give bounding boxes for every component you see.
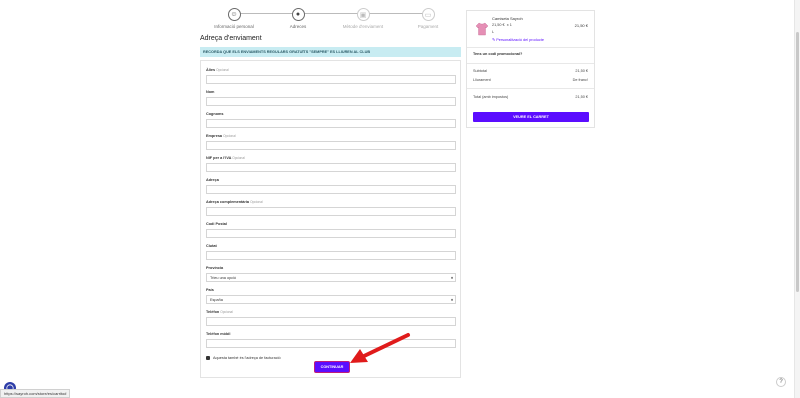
step-label: Informació personal <box>214 24 254 29</box>
subtotal-row: Subtotal 21,50 € <box>473 69 588 73</box>
card-icon: ▭ <box>421 8 435 21</box>
field-label: Adreça complementària Opcional <box>206 200 263 204</box>
last-name-input[interactable] <box>206 119 456 128</box>
step-personal-info[interactable]: ☺ Informació personal <box>198 4 270 29</box>
field-label: Adreça <box>206 178 219 182</box>
field-label: Telèfon mòbil <box>206 332 231 336</box>
red-arrow-annotation <box>350 333 410 363</box>
step-addresses[interactable]: ● Adreces <box>262 4 334 29</box>
product-price-qty: 21,50 € x 1 <box>492 23 512 27</box>
vat-field: NIF per a l'IVA Opcional <box>206 156 456 172</box>
address-form: Àlies Opcional Nom Cognoms Empresa Opcio… <box>200 60 461 378</box>
shipping-row: Lliurament De franc! <box>473 78 588 82</box>
company-input[interactable] <box>206 141 456 150</box>
address2-input[interactable] <box>206 207 456 216</box>
field-label: Ciutat <box>206 244 217 248</box>
total-row: Total (amb impostos) 21,50 € <box>473 95 588 99</box>
product-thumbnail[interactable] <box>476 22 488 36</box>
promo-code-link[interactable]: Tens un codi promocional? <box>473 52 522 56</box>
user-icon: ☺ <box>227 8 241 21</box>
scrollbar-thumb[interactable] <box>796 32 799 292</box>
vat-input[interactable] <box>206 163 456 172</box>
address-input[interactable] <box>206 185 456 194</box>
product-line-total: 21,50 € <box>574 23 588 28</box>
city-field: Ciutat <box>206 244 456 260</box>
page-scrollbar[interactable] <box>794 0 800 398</box>
question-icon: ? <box>779 379 783 385</box>
field-label: Empresa Opcional <box>206 134 236 138</box>
status-bar-url: https://sayroh.com/store/es/carrito# <box>0 389 71 398</box>
field-label: Província <box>206 266 224 270</box>
billing-same-label: Aquesta també és l'adreça de facturació <box>213 356 281 360</box>
select-caret-icon: ♦ <box>450 275 453 280</box>
address2-field: Adreça complementària Opcional <box>206 200 456 216</box>
product-name[interactable]: Camiseta Sayroh <box>492 16 523 21</box>
field-label: País <box>206 288 214 292</box>
product-size: L <box>492 30 495 34</box>
mobile-field: Telèfon mòbil <box>206 332 456 348</box>
pencil-icon: ✎ <box>492 38 496 42</box>
last-name-field: Cognoms <box>206 112 456 128</box>
province-select[interactable]: Trieu una opció ♦ <box>206 273 456 282</box>
help-button[interactable]: ? <box>776 377 786 387</box>
field-label: Telèfon Opcional <box>206 310 233 314</box>
field-label: Àlies Opcional <box>206 68 229 72</box>
country-field: País España ♦ <box>206 288 456 304</box>
postcode-input[interactable] <box>206 229 456 238</box>
company-field: Empresa Opcional <box>206 134 456 150</box>
page-title: Adreça d'enviament <box>200 35 262 42</box>
billing-same-checkbox[interactable] <box>206 356 210 360</box>
field-label: Codi Postal <box>206 222 227 226</box>
shipping-notice: RECORDA QUE ELS ENVIAMENTS REGULARS GRAT… <box>200 47 461 57</box>
step-shipping-method: ▣ Mètode d'enviament <box>327 4 399 29</box>
divider <box>467 63 594 64</box>
field-label: Cognoms <box>206 112 224 116</box>
billing-same-row[interactable]: Aquesta també és l'adreça de facturació <box>206 356 281 360</box>
field-label: NIF per a l'IVA Opcional <box>206 156 245 160</box>
address-field: Adreça <box>206 178 456 194</box>
view-cart-button[interactable]: VEURE EL CARRET <box>473 112 589 122</box>
phone-field: Telèfon Opcional <box>206 310 456 326</box>
step-label: Pagament <box>417 24 439 29</box>
checkout-steps: ☺ Informació personal ● Adreces ▣ Mètode… <box>198 4 462 30</box>
city-input[interactable] <box>206 251 456 260</box>
first-name-field: Nom <box>206 90 456 106</box>
alias-input[interactable] <box>206 75 456 84</box>
mobile-input[interactable] <box>206 339 456 348</box>
continue-button[interactable]: CONTINUAR <box>315 362 349 372</box>
divider <box>467 88 594 89</box>
select-caret-icon: ♦ <box>450 297 453 302</box>
product-customization-link[interactable]: ✎ Personalització del producte <box>492 37 544 42</box>
field-label: Nom <box>206 90 215 94</box>
divider <box>467 47 594 48</box>
postcode-field: Codi Postal <box>206 222 456 238</box>
province-field: Província Trieu una opció ♦ <box>206 266 456 282</box>
step-payment: ▭ Pagament <box>392 4 464 29</box>
truck-icon: ▣ <box>356 8 370 21</box>
alias-field: Àlies Opcional <box>206 68 456 84</box>
first-name-input[interactable] <box>206 97 456 106</box>
location-pin-icon: ● <box>291 8 305 21</box>
country-select[interactable]: España ♦ <box>206 295 456 304</box>
step-label: Mètode d'enviament <box>342 24 384 29</box>
step-label: Adreces <box>289 24 307 29</box>
phone-input[interactable] <box>206 317 456 326</box>
cart-summary: Camiseta Sayroh 21,50 € x 1 21,50 € L ✎ … <box>466 10 595 128</box>
